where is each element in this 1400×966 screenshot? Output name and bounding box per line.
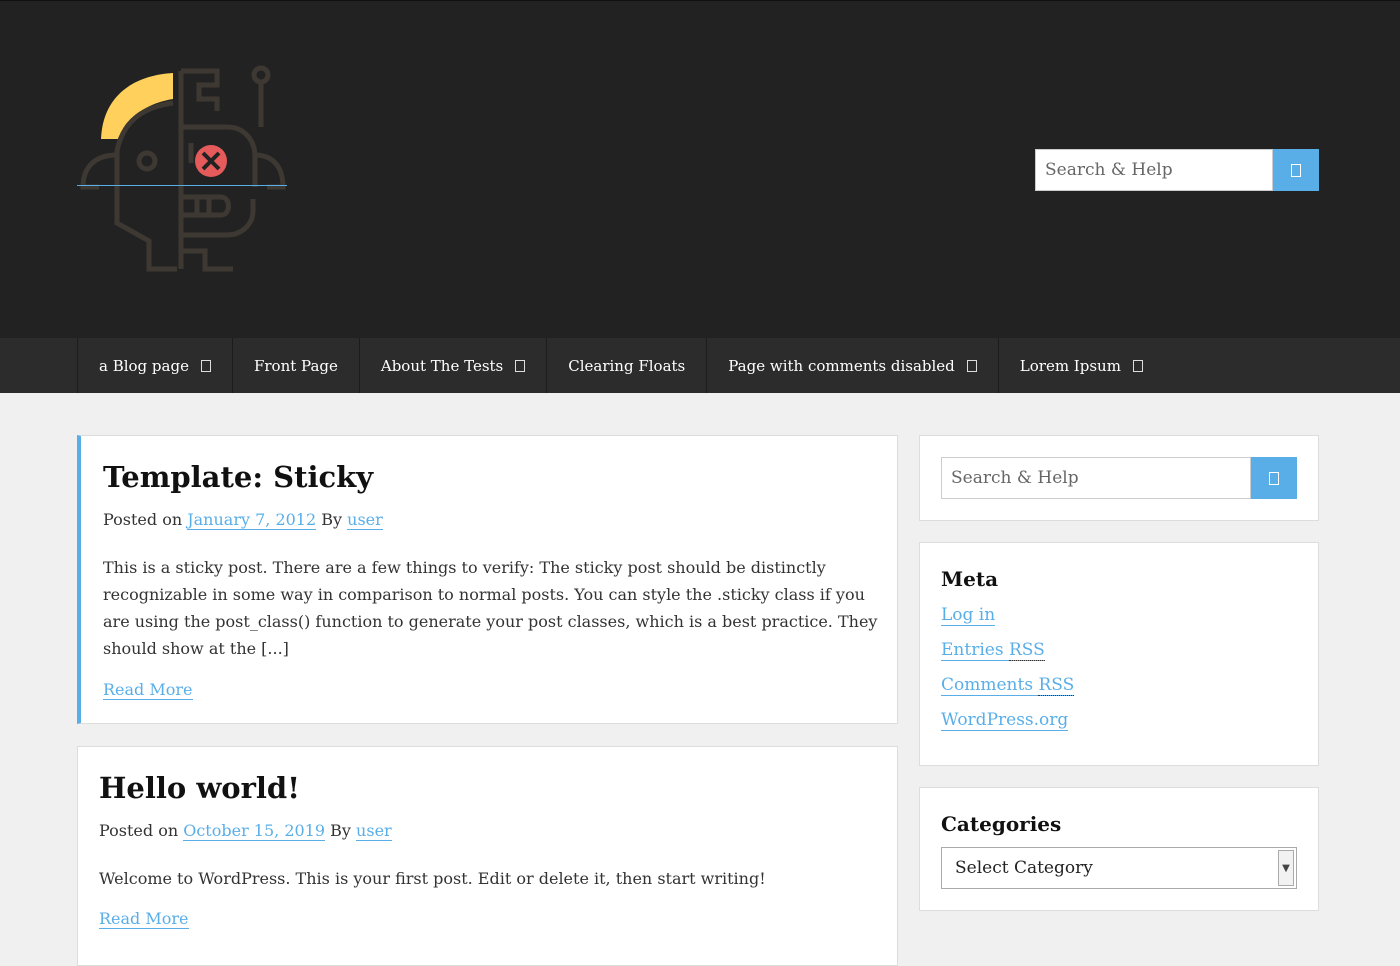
posted-on-label: Posted on	[99, 821, 179, 840]
main-navigation: a Blog page Front Page About The Tests C…	[0, 338, 1400, 393]
posted-on-label: Posted on	[103, 510, 183, 529]
submenu-arrow-icon	[200, 359, 211, 372]
excerpt-line: should show at the [...]	[103, 639, 289, 658]
post-title[interactable]: Hello world!	[99, 771, 300, 805]
nav-item-label: Front Page	[253, 356, 338, 375]
category-select-value: Select Category	[955, 858, 1093, 878]
excerpt-line: recognizable in some way in comparison t…	[103, 585, 865, 604]
chevron-down-icon[interactable]: ▼	[1278, 850, 1294, 886]
excerpt-line: Welcome to WordPress. This is your first…	[99, 869, 766, 888]
read-more-link[interactable]: Read More	[103, 680, 193, 700]
categories-widget: Categories Select Category ▼	[919, 787, 1319, 911]
search-icon	[1269, 471, 1279, 485]
search-icon	[1291, 163, 1301, 177]
submenu-arrow-icon	[515, 359, 526, 372]
post-meta: Posted on January 7, 2012 By user	[103, 510, 383, 530]
category-select[interactable]: Select Category ▼	[941, 847, 1297, 889]
nav-item-front-page[interactable]: Front Page	[231, 338, 359, 393]
submenu-arrow-icon	[1132, 359, 1143, 372]
meta-widget: Meta Log in Entries RSS Comments RSS Wor…	[919, 542, 1319, 766]
widget-title: Meta	[941, 567, 999, 591]
nav-item-lorem-ipsum[interactable]: Lorem Ipsum	[997, 338, 1164, 393]
site-header	[0, 0, 1400, 338]
entries-rss-link[interactable]: Entries RSS	[941, 640, 1045, 661]
logo-link-underline	[77, 185, 287, 186]
nav-item-label: Lorem Ipsum	[1019, 356, 1121, 375]
post-author-link[interactable]: user	[347, 510, 383, 530]
excerpt-line: This is a sticky post. There are a few t…	[103, 558, 826, 577]
by-label: By	[330, 821, 351, 840]
by-label: By	[321, 510, 343, 529]
header-search-form	[1035, 149, 1319, 191]
header-search-button[interactable]	[1273, 149, 1319, 191]
post-meta: Posted on October 15, 2019 By user	[99, 821, 392, 841]
post-card: Hello world! Posted on October 15, 2019 …	[77, 746, 898, 966]
rss-abbr: RSS	[1008, 640, 1045, 661]
nav-item-label: Clearing Floats	[568, 356, 686, 375]
post-excerpt: This is a sticky post. There are a few t…	[103, 554, 877, 662]
post-date-link[interactable]: October 15, 2019	[183, 821, 326, 841]
header-search-input[interactable]	[1035, 149, 1273, 191]
wordpress-org-link[interactable]: WordPress.org	[941, 710, 1069, 731]
post-title[interactable]: Template: Sticky	[103, 460, 373, 494]
submenu-arrow-icon	[966, 359, 977, 372]
post-date-link[interactable]: January 7, 2012	[187, 510, 317, 530]
nav-item-page-with-comments-disabled[interactable]: Page with comments disabled	[706, 338, 998, 393]
post-excerpt: Welcome to WordPress. This is your first…	[99, 865, 766, 892]
nav-item-a-blog-page[interactable]: a Blog page	[77, 338, 232, 393]
nav-item-label: a Blog page	[99, 356, 189, 375]
sticky-post-card: Template: Sticky Posted on January 7, 20…	[77, 435, 898, 724]
nav-item-clearing-floats[interactable]: Clearing Floats	[546, 338, 706, 393]
nav-item-label: Page with comments disabled	[728, 356, 955, 375]
nav-item-label: About The Tests	[380, 356, 504, 375]
widget-title: Categories	[941, 812, 1062, 836]
excerpt-line: are using the post_class() function to g…	[103, 612, 878, 631]
sidebar-search-widget	[919, 435, 1319, 521]
robot-face-logo-icon[interactable]	[77, 63, 289, 275]
comments-link-text: Comments	[941, 675, 1034, 695]
sidebar-search-button[interactable]	[1251, 457, 1297, 499]
comments-rss-link[interactable]: Comments RSS	[941, 675, 1075, 696]
rss-abbr: RSS	[1038, 675, 1075, 696]
log-in-link[interactable]: Log in	[941, 605, 996, 626]
nav-item-about-the-tests[interactable]: About The Tests	[358, 338, 546, 393]
entries-link-text: Entries	[941, 640, 1004, 660]
post-author-link[interactable]: user	[356, 821, 392, 841]
sidebar-search-input[interactable]	[941, 457, 1251, 499]
read-more-link[interactable]: Read More	[99, 909, 189, 929]
sidebar-search-form	[941, 457, 1297, 499]
